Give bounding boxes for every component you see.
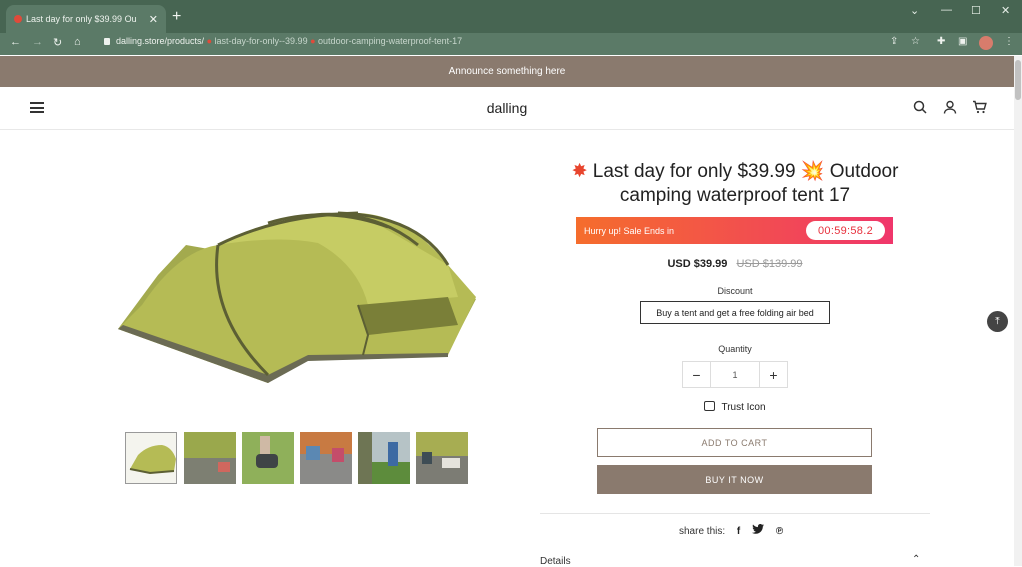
divider [540,513,930,514]
maximize-icon[interactable]: ☐ [971,4,981,17]
product-title: ✸ Last day for only $39.99 💥 Outdoor cam… [565,160,905,208]
search-icon[interactable] [913,100,927,117]
account-icon[interactable] [943,100,957,117]
thumbnail-4[interactable] [300,432,352,484]
close-tab-icon[interactable]: ✕ [149,13,158,26]
buy-now-button[interactable]: BUY IT NOW [597,465,872,494]
thumbnail-2[interactable] [184,432,236,484]
announcement-bar: Announce something here [0,56,1014,87]
facebook-icon[interactable]: f [737,526,740,537]
url-host: dalling.store/products/ [116,36,205,46]
tab-title: Last day for only $39.99 Ou [26,14,137,24]
minus-icon[interactable]: − [683,362,710,387]
url-field[interactable]: dalling.store/products/ ● last-day-for-o… [104,36,462,46]
browser-menu-icon[interactable]: ⋮ [1004,36,1014,47]
thumbnail-3[interactable] [242,432,294,484]
product-title-text: Last day for only $39.99 💥 Outdoor campi… [592,161,899,206]
url-tail: outdoor-camping-waterproof-tent-17 [318,36,463,46]
countdown-timer: 00:59:58.2 [806,221,885,240]
price-block: USD $39.99 USD $139.99 [565,258,905,270]
details-accordion[interactable]: Details [540,556,571,567]
new-tab-icon[interactable]: + [172,8,181,26]
current-price: USD $39.99 [667,258,728,270]
bookmark-star-icon[interactable]: ☆ [911,36,920,47]
burst-icon: ✸ [571,161,588,182]
back-to-top-icon[interactable]: ⤒ [987,311,1008,332]
share-label: share this: [679,526,726,537]
url-emoji-icon: ● [206,36,213,46]
minimize-icon[interactable]: — [941,4,952,16]
page-scrollbar[interactable] [1014,56,1022,566]
thumbnail-6[interactable] [416,432,468,484]
cart-icon[interactable] [972,100,987,117]
scrollbar-thumb[interactable] [1015,60,1021,100]
share-row: share this: f ℗ [679,524,783,537]
chevron-up-icon[interactable]: ⌃ [912,554,920,565]
calendar-icon [704,401,716,411]
trust-label: Trust Icon [721,402,766,413]
tab-search-icon[interactable]: ⌄ [910,4,919,17]
quantity-stepper[interactable]: − 1 + [682,361,788,388]
pinterest-icon[interactable]: ℗ [776,526,783,537]
side-panel-icon[interactable]: ▣ [958,36,967,47]
trust-badge: Trust Icon [565,401,905,413]
extensions-icon[interactable]: ✚ [937,36,945,47]
quantity-input[interactable]: 1 [710,362,760,387]
thumbnail-1[interactable] [125,432,177,484]
twitter-icon[interactable] [752,524,765,537]
close-window-icon[interactable]: ✕ [1001,4,1010,17]
share-page-icon[interactable]: ⇪ [890,36,898,47]
favicon-icon [14,15,22,23]
profile-avatar[interactable] [979,36,993,50]
lock-icon [104,38,110,45]
back-icon[interactable]: ← [10,36,21,48]
plus-icon[interactable]: + [760,362,787,387]
quantity-label: Quantity [718,344,752,354]
url-emoji-icon: ● [310,36,316,46]
discount-label: Discount [717,286,753,296]
browser-tab[interactable]: Last day for only $39.99 Ou ✕ [6,5,166,33]
thumbnail-5[interactable] [358,432,410,484]
add-to-cart-button[interactable]: ADD TO CART [597,428,872,457]
forward-icon[interactable]: → [32,36,43,48]
reload-icon[interactable]: ↻ [53,36,62,49]
compare-price: USD $139.99 [736,258,803,270]
product-main-image[interactable] [118,205,478,385]
url-path: last-day-for-only--39.99 [214,36,308,46]
brand-logo[interactable]: dalling [0,100,1014,116]
discount-option-button[interactable]: Buy a tent and get a free folding air be… [640,301,830,324]
home-icon[interactable]: ⌂ [74,36,81,48]
sale-label: Hurry up! Sale Ends in [584,225,675,236]
